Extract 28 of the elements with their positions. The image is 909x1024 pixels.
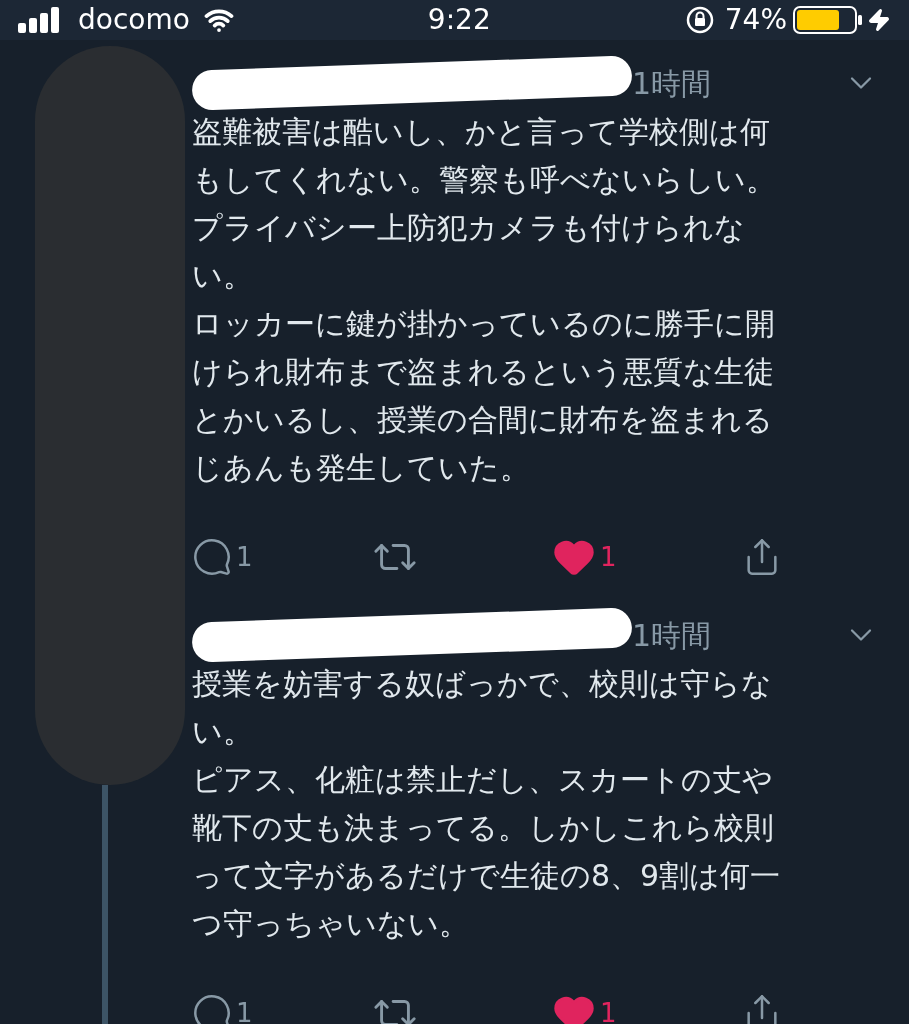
tweet-text-line: つ守っちゃいない。 [192,905,469,943]
tweet-text-line: じあんも発生していた。 [192,449,530,487]
tweet-text-line: ロッカーに鍵が掛かっているのに勝手に開 [192,305,775,343]
tweet-text-line: 盗難被害は酷いし、かと言って学校側は何 [192,113,770,151]
tweet-text-line: けられ財布まで盗まれるという悪質な生徒 [192,353,774,391]
reply-count: 1 [236,996,253,1024]
reply-count: 1 [236,540,253,574]
charging-icon [867,8,891,32]
tweet-text-line: とかいるし、授業の合間に財布を盗まれる [192,401,773,439]
reply-icon[interactable] [192,993,232,1024]
tweet-time: 1時間 [632,64,712,103]
tweet-text-line: って文字があるだけで生徒の8、9割は何一 [192,857,781,895]
like-count: 1 [600,540,617,574]
like-count: 1 [600,996,617,1024]
tweet-text-line: プライバシー上防犯カメラも付けられな [192,209,745,247]
tweet-text-line: い。 [192,257,253,295]
clock-time: 9:22 [427,2,491,38]
tweet-time: 1時間 [632,616,712,655]
reply-icon[interactable] [192,537,232,577]
tweet-text-line: 授業を妨害する奴ばっかで、校則は守らな [192,665,772,703]
tweet-text-line: ピアス、化粧は禁止だし、スカートの丈や [192,761,773,799]
rotation-lock-icon [684,5,715,35]
battery-percent: 74% [724,2,787,38]
tweet-text-line: 靴下の丈も決まってる。しかしこれら校則 [192,809,774,847]
tweet-text-line: い。 [192,713,253,751]
battery-icon [793,6,863,34]
tweet-text-line: もしてくれない。警察も呼べないらしい。 [192,161,776,199]
carrier-name: docomo [78,2,190,38]
